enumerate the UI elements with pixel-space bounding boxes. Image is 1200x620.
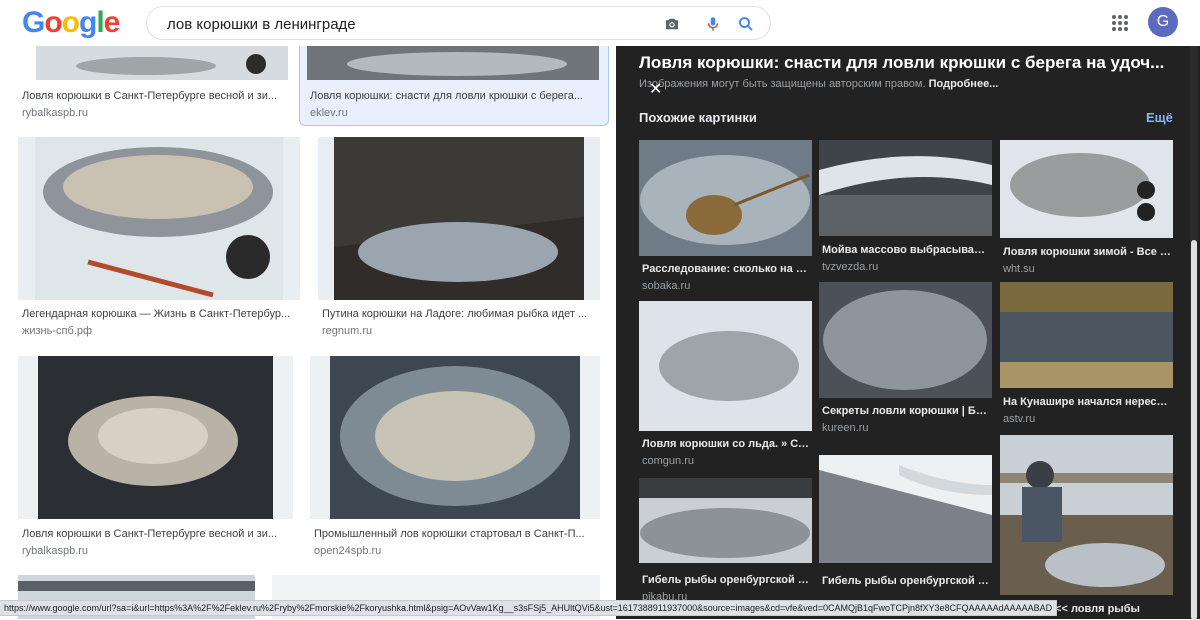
- result-source[interactable]: rybalkaspb.ru: [22, 545, 88, 557]
- copyright-notice: Изображения могут быть защищены авторски…: [639, 78, 998, 90]
- result-card[interactable]: Ловля корюшки в Санкт-Петербурге весной …: [18, 356, 293, 562]
- search-box[interactable]: [146, 6, 771, 40]
- similar-source[interactable]: astv.ru: [1003, 413, 1035, 425]
- similar-thumbnail[interactable]: [1000, 435, 1173, 595]
- camera-icon[interactable]: [663, 15, 681, 33]
- similar-thumbnail[interactable]: [639, 140, 812, 256]
- similar-thumbnail[interactable]: [1000, 282, 1173, 388]
- result-caption[interactable]: Путина корюшки на Ладоге: любимая рыбка …: [322, 308, 598, 320]
- result-source[interactable]: rybalkaspb.ru: [22, 107, 88, 119]
- preview-panel: Ловля корюшки: снасти для ловли крюшки с…: [616, 46, 1200, 619]
- copyright-more-link[interactable]: Подробнее...: [929, 78, 999, 90]
- similar-images-heading: Похожие картинки: [639, 110, 757, 125]
- similar-source[interactable]: comgun.ru: [642, 455, 694, 467]
- result-thumbnail[interactable]: [36, 46, 288, 80]
- similar-image-card[interactable]: Гибель рыбы оренбургской о... pikabu.ru: [639, 478, 812, 619]
- account-avatar[interactable]: G: [1148, 7, 1178, 37]
- similar-thumbnail[interactable]: [819, 455, 992, 563]
- result-thumbnail[interactable]: [310, 356, 600, 519]
- panel-scrollbar-thumb[interactable]: [1191, 240, 1197, 620]
- search-icon[interactable]: [737, 15, 755, 33]
- similar-caption[interactable]: Расследование: сколько на с...: [642, 263, 810, 275]
- result-thumbnail[interactable]: [318, 137, 600, 300]
- result-thumbnail[interactable]: [307, 46, 599, 80]
- result-card[interactable]: Промышленный лов корюшки стартовал в Сан…: [310, 356, 600, 562]
- similar-image-card[interactable]: Ловля корюшки зимой - Все п... wht.su: [1000, 140, 1173, 275]
- logo-letter: g: [79, 6, 97, 39]
- similar-caption[interactable]: Ловля корюшки со льда. » СО...: [642, 438, 810, 450]
- similar-caption[interactable]: Ловля корюшки зимой - Все п...: [1003, 246, 1171, 258]
- logo-letter: e: [103, 6, 121, 39]
- result-source[interactable]: regnum.ru: [322, 325, 372, 337]
- similar-source[interactable]: wht.su: [1003, 263, 1035, 275]
- result-caption[interactable]: Ловля корюшки в Санкт-Петербурге весной …: [22, 528, 288, 540]
- more-link[interactable]: Ещё: [1146, 110, 1173, 125]
- similar-source[interactable]: tvzvezda.ru: [822, 261, 878, 273]
- top-bar: Google G: [0, 0, 1200, 46]
- google-logo[interactable]: Google: [22, 6, 121, 40]
- similar-thumbnail[interactable]: [819, 140, 992, 236]
- similar-caption[interactable]: Секреты ловли корюшки | Ба...: [822, 405, 990, 417]
- logo-letter: o: [44, 6, 62, 39]
- logo-letter: l: [96, 6, 104, 39]
- similar-thumbnail[interactable]: [819, 282, 992, 398]
- status-bar-url: https://www.google.com/url?sa=i&url=http…: [0, 600, 1058, 616]
- similar-image-card[interactable]: На Кунашире начался нерест ... astv.ru: [1000, 282, 1173, 432]
- similar-thumbnail[interactable]: [639, 478, 812, 563]
- similar-caption[interactable]: Гибель рыбы оренбургской о...: [822, 575, 990, 587]
- result-caption[interactable]: Легендарная корюшка — Жизнь в Санкт-Пете…: [22, 308, 298, 320]
- similar-caption[interactable]: На Кунашире начался нерест ...: [1003, 396, 1171, 408]
- copyright-text: Изображения могут быть защищены авторски…: [639, 78, 926, 90]
- search-input[interactable]: [165, 13, 649, 35]
- preview-title[interactable]: Ловля корюшки: снасти для ловли крюшки с…: [639, 53, 1174, 73]
- result-caption[interactable]: Ловля корюшки: снасти для ловли крюшки с…: [310, 90, 600, 102]
- logo-letter: o: [61, 6, 80, 39]
- result-source[interactable]: eklev.ru: [310, 107, 348, 119]
- similar-image-card[interactable]: Расследование: сколько на с... sobaka.ru: [639, 140, 812, 295]
- logo-letter: G: [22, 6, 45, 39]
- microphone-icon[interactable]: [704, 15, 722, 33]
- image-results-grid: Ловля корюшки в Санкт-Петербурге весной …: [0, 46, 616, 619]
- similar-image-card[interactable]: корюшка << ловля рыбы: [1000, 435, 1173, 619]
- close-icon[interactable]: ✕: [649, 79, 662, 99]
- similar-caption[interactable]: Гибель рыбы оренбургской о...: [642, 574, 810, 586]
- result-caption[interactable]: Ловля корюшки в Санкт-Петербурге весной …: [22, 90, 284, 102]
- similar-source[interactable]: kureen.ru: [822, 422, 868, 434]
- result-thumbnail[interactable]: [18, 137, 300, 300]
- result-card[interactable]: Легендарная корюшка — Жизнь в Санкт-Пете…: [18, 137, 302, 342]
- similar-image-card[interactable]: Ловля корюшки со льда. » СО... comgun.ru: [639, 301, 812, 471]
- similar-thumbnail[interactable]: [1000, 140, 1173, 238]
- similar-source[interactable]: sobaka.ru: [642, 280, 690, 292]
- similar-thumbnail[interactable]: [639, 301, 812, 431]
- similar-image-card[interactable]: Мойва массово выбрасывает... tvzvezda.ru: [819, 140, 992, 275]
- result-card[interactable]: Путина корюшки на Ладоге: любимая рыбка …: [318, 137, 600, 342]
- result-thumbnail[interactable]: [18, 356, 293, 519]
- similar-image-card[interactable]: Секреты ловли корюшки | Ба... kureen.ru: [819, 282, 992, 437]
- apps-grid-icon[interactable]: [1111, 14, 1129, 32]
- result-caption[interactable]: Промышленный лов корюшки стартовал в Сан…: [314, 528, 596, 540]
- result-source[interactable]: open24spb.ru: [314, 545, 381, 557]
- similar-image-card[interactable]: Гибель рыбы оренбургской о...: [819, 455, 992, 619]
- result-card-selected[interactable]: Ловля корюшки: снасти для ловли крюшки с…: [300, 46, 606, 124]
- result-card[interactable]: Ловля корюшки в Санкт-Петербурге весной …: [18, 46, 290, 124]
- result-source[interactable]: жизнь-спб.рф: [22, 325, 92, 337]
- similar-caption[interactable]: Мойва массово выбрасывает...: [822, 244, 990, 256]
